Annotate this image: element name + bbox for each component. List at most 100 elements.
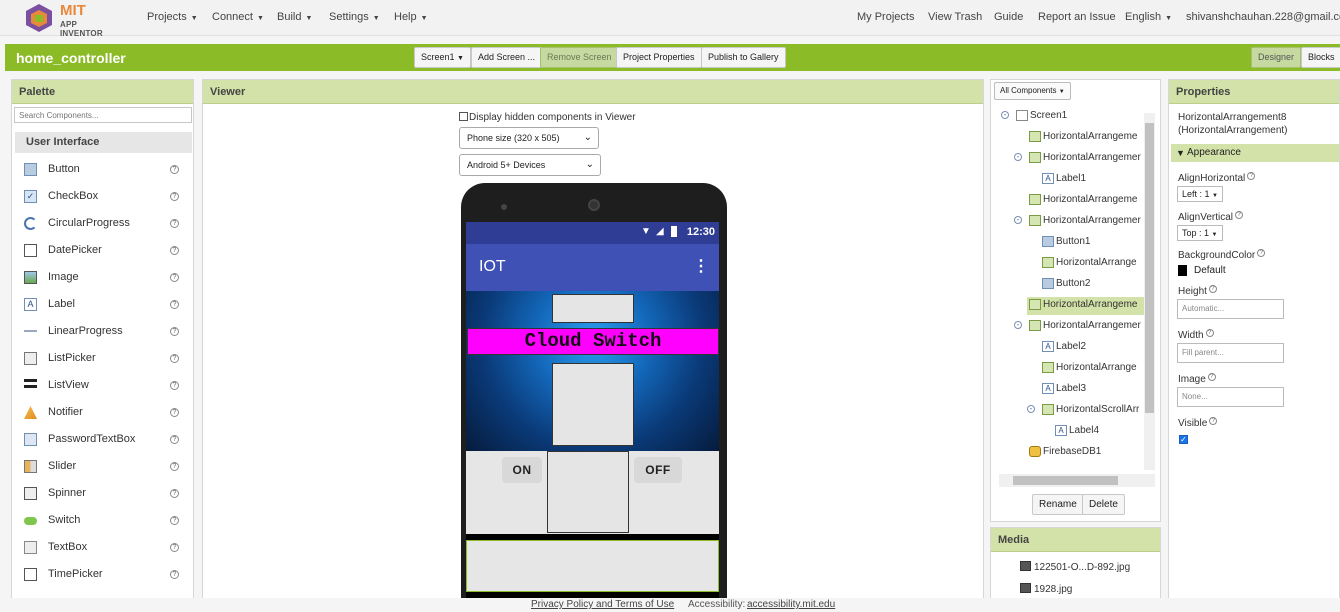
help-icon[interactable]: ? xyxy=(170,327,179,336)
width-input[interactable]: Fill parent... xyxy=(1177,343,1284,363)
collapse-toggle-icon[interactable]: - xyxy=(1027,405,1035,413)
menu-projects[interactable]: Projects ▼ xyxy=(147,11,198,23)
tree-node[interactable]: - Screen1 xyxy=(991,108,1151,126)
help-icon[interactable]: ? xyxy=(170,354,179,363)
help-icon[interactable]: ? xyxy=(1257,249,1266,257)
help-icon[interactable]: ? xyxy=(170,462,179,471)
tree-node[interactable]: - HorizontalArrangemer xyxy=(991,318,1151,336)
my-projects-link[interactable]: My Projects xyxy=(857,11,914,23)
help-icon[interactable]: ? xyxy=(170,435,179,444)
tree-node[interactable]: A Label1 xyxy=(991,171,1151,189)
app-logo[interactable]: MIT APP INVENTOR xyxy=(22,2,122,38)
tree-node[interactable]: Button2 xyxy=(991,276,1151,294)
scroll-thumb[interactable] xyxy=(1013,476,1118,485)
tree-node[interactable]: - HorizontalScrollArr xyxy=(991,402,1151,420)
help-icon[interactable]: ? xyxy=(170,489,179,498)
language-menu[interactable]: English ▼ xyxy=(1125,11,1172,23)
image-placeholder[interactable] xyxy=(552,363,634,446)
tree-node[interactable]: Button1 xyxy=(991,234,1151,252)
help-icon[interactable]: ? xyxy=(170,300,179,309)
help-icon[interactable]: ? xyxy=(170,516,179,525)
tree-node[interactable]: A Label2 xyxy=(991,339,1151,357)
palette-item-passwordtextbox[interactable]: PasswordTextBox? xyxy=(12,427,193,454)
component-filter-select[interactable]: All Components ▼ xyxy=(994,82,1071,100)
media-file[interactable]: 122501-O...D-892.jpg xyxy=(1020,561,1130,573)
project-properties-button[interactable]: Project Properties xyxy=(616,47,702,68)
device-select[interactable]: Android 5+ Devices ⌄ xyxy=(459,154,601,176)
visible-checkbox[interactable]: ✓ xyxy=(1179,435,1188,444)
selected-arrangement[interactable] xyxy=(466,540,719,592)
tree-node[interactable]: - HorizontalArrangemer xyxy=(991,213,1151,231)
help-icon[interactable]: ? xyxy=(170,381,179,390)
help-icon[interactable]: ? xyxy=(170,543,179,552)
palette-item-circularprogress[interactable]: CircularProgress? xyxy=(12,211,193,238)
help-icon[interactable]: ? xyxy=(170,165,179,174)
cloud-switch-label[interactable]: Cloud Switch xyxy=(467,328,719,355)
palette-item-textbox[interactable]: TextBox? xyxy=(12,535,193,562)
palette-item-spinner[interactable]: Spinner? xyxy=(12,481,193,508)
center-arrangement[interactable] xyxy=(547,451,629,533)
help-icon[interactable]: ? xyxy=(170,219,179,228)
tree-node[interactable]: - HorizontalArrangemer xyxy=(991,150,1151,168)
help-icon[interactable]: ? xyxy=(170,273,179,282)
accessibility-link[interactable]: accessibility.mit.edu xyxy=(747,599,835,610)
help-icon[interactable]: ? xyxy=(1209,417,1218,425)
palette-item-button[interactable]: Button? xyxy=(12,157,193,184)
media-file[interactable]: 1928.jpg xyxy=(1020,583,1072,595)
menu-settings[interactable]: Settings ▼ xyxy=(329,11,380,23)
help-icon[interactable]: ? xyxy=(1247,172,1256,180)
user-account[interactable]: shivanshchauhan.228@gmail.com xyxy=(1186,11,1340,23)
phone-size-select[interactable]: Phone size (320 x 505) ⌄ xyxy=(459,127,599,149)
help-icon[interactable]: ? xyxy=(1235,211,1244,219)
designer-button[interactable]: Designer xyxy=(1251,47,1302,68)
tree-node[interactable]: HorizontalArrange xyxy=(991,360,1151,378)
privacy-link[interactable]: Privacy Policy and Terms of Use xyxy=(531,599,674,610)
horizontal-arrangement-top[interactable] xyxy=(552,294,634,323)
help-icon[interactable]: ? xyxy=(1208,285,1217,293)
tree-node[interactable]: HorizontalArrange xyxy=(991,255,1151,273)
delete-button[interactable]: Delete xyxy=(1082,494,1125,515)
on-button[interactable]: ON xyxy=(502,457,542,483)
guide-link[interactable]: Guide xyxy=(994,11,1023,23)
image-input[interactable]: None... xyxy=(1177,387,1284,407)
palette-item-listpicker[interactable]: ListPicker? xyxy=(12,346,193,373)
help-icon[interactable]: ? xyxy=(1205,329,1214,337)
help-icon[interactable]: ? xyxy=(170,408,179,417)
palette-item-image[interactable]: Image? xyxy=(12,265,193,292)
tree-node[interactable]: A Label3 xyxy=(991,381,1151,399)
collapse-toggle-icon[interactable]: - xyxy=(1014,321,1022,329)
menu-help[interactable]: Help ▼ xyxy=(394,11,428,23)
checkbox-icon[interactable] xyxy=(459,112,468,121)
palette-item-datepicker[interactable]: DatePicker? xyxy=(12,238,193,265)
view-trash-link[interactable]: View Trash xyxy=(928,11,982,23)
tree-node[interactable]: HorizontalArrangeme xyxy=(991,129,1151,147)
tree-node[interactable]: A Label4 xyxy=(991,423,1151,441)
palette-category-user-interface[interactable]: User Interface xyxy=(15,132,192,153)
tree-node[interactable]: HorizontalArrangeme xyxy=(991,192,1151,210)
help-icon[interactable]: ? xyxy=(1207,373,1216,381)
blocks-button[interactable]: Blocks xyxy=(1301,47,1340,68)
palette-item-switch[interactable]: Switch? xyxy=(12,508,193,535)
palette-item-checkbox[interactable]: ✓ CheckBox? xyxy=(12,184,193,211)
palette-item-slider[interactable]: Slider? xyxy=(12,454,193,481)
publish-gallery-button[interactable]: Publish to Gallery xyxy=(701,47,786,68)
collapse-toggle-icon[interactable]: - xyxy=(1014,216,1022,224)
tree-node[interactable]: HorizontalArrangeme xyxy=(1027,297,1145,315)
palette-item-linearprogress[interactable]: LinearProgress? xyxy=(12,319,193,346)
collapse-toggle-icon[interactable]: - xyxy=(1001,111,1009,119)
help-icon[interactable]: ? xyxy=(170,192,179,201)
overflow-menu-icon[interactable]: ⋮ xyxy=(693,256,709,276)
tree-node[interactable]: FirebaseDB1 xyxy=(991,444,1151,462)
align-vertical-select[interactable]: Top : 1 ▼ xyxy=(1177,225,1223,241)
height-input[interactable]: Automatic... xyxy=(1177,299,1284,319)
help-icon[interactable]: ? xyxy=(170,570,179,579)
color-swatch[interactable] xyxy=(1178,265,1187,276)
rename-button[interactable]: Rename xyxy=(1032,494,1084,515)
search-components-input[interactable] xyxy=(14,107,192,123)
tree-horizontal-scrollbar[interactable] xyxy=(999,474,1155,487)
remove-screen-button[interactable]: Remove Screen xyxy=(540,47,619,68)
collapse-toggle-icon[interactable]: - xyxy=(1014,153,1022,161)
palette-item-listview[interactable]: ListView? xyxy=(12,373,193,400)
palette-item-timepicker[interactable]: TimePicker? xyxy=(12,562,193,589)
off-button[interactable]: OFF xyxy=(634,457,682,483)
